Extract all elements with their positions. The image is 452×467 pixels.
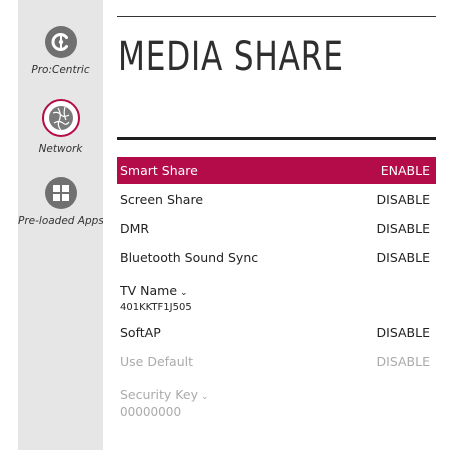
sidebar-item-network[interactable]: Network: [18, 99, 103, 155]
setting-value: ENABLE: [380, 163, 430, 178]
setting-row-bluetooth-sound-sync[interactable]: Bluetooth Sound Sync DISABLE: [117, 244, 436, 271]
page-title: MEDIA SHARE: [118, 34, 344, 80]
setting-row-dmr[interactable]: DMR DISABLE: [117, 215, 436, 242]
setting-value: DISABLE: [376, 250, 430, 265]
sidebar-item-label: Network: [38, 143, 83, 155]
sidebar-item-label: Pro:Centric: [31, 64, 90, 76]
title-divider: [117, 137, 436, 140]
setting-label: Smart Share: [120, 163, 198, 178]
setting-value: DISABLE: [376, 221, 430, 236]
setting-label: TV Name: [120, 283, 178, 298]
setting-row-use-default: Use Default DISABLE: [117, 348, 436, 375]
setting-value: DISABLE: [376, 325, 430, 340]
main-panel: MEDIA SHARE Smart Share ENABLE Screen Sh…: [103, 0, 452, 450]
setting-label: Security Key: [120, 387, 198, 402]
network-globe-icon: [41, 99, 80, 137]
setting-label: SoftAP: [120, 325, 161, 340]
setting-label: Bluetooth Sound Sync: [120, 250, 259, 265]
security-key-label: Security Key ⌄: [120, 387, 209, 402]
setting-row-security-key: Security Key ⌄ 00000000: [117, 383, 436, 423]
sidebar-item-pre-loaded-apps[interactable]: Pre-loaded Apps: [18, 177, 104, 227]
setting-label: Screen Share: [120, 192, 204, 207]
tv-name-label: TV Name ⌄: [120, 283, 188, 298]
sidebar-item-label: Pre-loaded Apps: [18, 215, 104, 227]
chevron-down-icon: ⌄: [200, 392, 209, 402]
apps-grid-icon: [44, 177, 77, 209]
sidebar-item-pro-centric[interactable]: Pro:Centric: [18, 26, 103, 76]
setting-row-tv-name[interactable]: TV Name ⌄ 401KKTF1J505: [117, 278, 436, 318]
tv-name-value: 401KKTF1J505: [120, 302, 192, 313]
setting-row-softap[interactable]: SoftAP DISABLE: [117, 319, 436, 346]
setting-value: DISABLE: [376, 354, 430, 369]
setting-label: DMR: [120, 221, 150, 236]
setting-value: DISABLE: [376, 192, 430, 207]
pro-centric-icon: [44, 26, 77, 58]
setting-row-smart-share[interactable]: Smart Share ENABLE: [117, 157, 436, 184]
setting-row-screen-share[interactable]: Screen Share DISABLE: [117, 186, 436, 213]
sidebar: Pro:Centric Network Pre-loaded Apps: [18, 0, 104, 450]
chevron-down-icon: ⌄: [180, 288, 188, 298]
top-divider: [117, 16, 436, 17]
setting-label: Use Default: [120, 354, 193, 369]
security-key-value: 00000000: [120, 405, 182, 419]
